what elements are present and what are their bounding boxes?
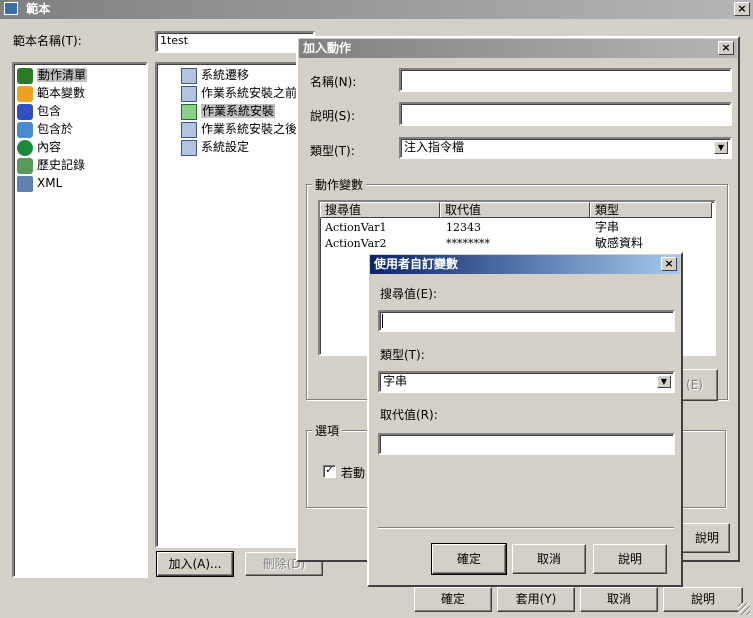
action-type-value: 注入指令檔	[404, 140, 465, 154]
main-close-button[interactable]: ×	[734, 2, 750, 16]
custom-ok-button[interactable]: 確定	[431, 543, 507, 575]
var-type-select[interactable]: 字串 ▼	[378, 371, 675, 393]
category-label: 內容	[37, 140, 62, 154]
category-label: 範本變數	[37, 86, 86, 100]
action-label: 作業系統安裝之前	[201, 86, 298, 100]
cell-search: ActionVar1	[325, 221, 387, 234]
table-row[interactable]: ActionVar2 ******** 敏感資料	[320, 236, 714, 251]
gear-list-icon	[17, 67, 33, 84]
script-icon	[181, 139, 197, 156]
cell-search: ActionVar2	[325, 237, 387, 250]
action-variables-label: 動作變數	[312, 176, 367, 193]
action-list[interactable]: 系統遷移 作業系統安裝之前 作業系統安裝 作業系統安裝之後 系統設定	[155, 62, 305, 548]
replace-value-label: 取代值(R):	[380, 408, 438, 422]
add-action-button[interactable]: 加入(A)...	[156, 551, 234, 577]
var-type-value: 字串	[383, 374, 408, 388]
action-item-system-config[interactable]: 系統設定	[181, 138, 249, 156]
table-row[interactable]: ActionVar1 12343 字串	[320, 220, 714, 235]
cell-type: 敏感資料	[595, 236, 644, 250]
main-titlebar: 範本 ×	[0, 0, 753, 19]
cell-type: 字串	[595, 220, 620, 234]
custom-variable-close-button[interactable]: ×	[661, 257, 677, 271]
category-item-xml[interactable]: XML	[17, 174, 62, 192]
replace-value-input[interactable]	[378, 433, 675, 455]
custom-variable-dialog: 使用者自訂變數 × 搜尋值(E): 類型(T): 字串 ▼ 取代值(R): 確定…	[367, 252, 683, 587]
main-ok-button[interactable]: 確定	[414, 587, 492, 612]
action-label: 系統遷移	[201, 68, 250, 82]
main-apply-button[interactable]: 套用(Y)	[497, 587, 575, 612]
option-checkbox[interactable]: ✓	[323, 465, 336, 478]
category-label: 動作清單	[37, 68, 88, 82]
options-label: 選項	[312, 422, 343, 439]
column-header-search[interactable]: 搜尋值	[320, 202, 440, 218]
add-action-titlebar: 加入動作 ×	[299, 39, 737, 58]
action-item-os-install[interactable]: 作業系統安裝	[181, 102, 276, 120]
chevron-down-icon[interactable]: ▼	[657, 375, 671, 388]
category-label: XML	[37, 176, 63, 190]
category-label: 包含於	[37, 122, 74, 136]
info-icon	[17, 139, 33, 156]
action-type-label: 類型(T):	[310, 144, 355, 158]
include-icon	[17, 103, 33, 120]
script-icon	[181, 85, 197, 102]
add-action-close-button[interactable]: ×	[718, 41, 734, 55]
main-help-button[interactable]: 說明	[663, 587, 743, 612]
action-label: 作業系統安裝之後	[201, 122, 298, 136]
category-item-history[interactable]: 歷史記錄	[17, 156, 85, 174]
main-cancel-button[interactable]: 取消	[580, 587, 658, 612]
action-label: 作業系統安裝	[201, 104, 276, 118]
column-header-type[interactable]: 類型	[590, 202, 712, 218]
dialog-separator	[378, 527, 674, 529]
action-name-label: 名稱(N):	[310, 75, 357, 89]
action-desc-label: 說明(S):	[310, 109, 356, 123]
template-name-field[interactable]: 1test	[155, 31, 315, 53]
custom-cancel-button[interactable]: 取消	[512, 544, 586, 574]
app-icon	[4, 2, 18, 15]
template-name-label: 範本名稱(T):	[13, 34, 82, 48]
category-item-included-in[interactable]: 包含於	[17, 120, 73, 138]
category-item-include[interactable]: 包含	[17, 102, 61, 120]
action-item-post-os-install[interactable]: 作業系統安裝之後	[181, 120, 297, 138]
xml-icon	[17, 175, 33, 192]
category-item-content[interactable]: 內容	[17, 138, 61, 156]
column-header-replace[interactable]: 取代值	[440, 202, 590, 218]
history-icon	[17, 157, 33, 174]
category-label: 歷史記錄	[37, 158, 86, 172]
text-caret	[382, 314, 383, 328]
action-desc-input[interactable]	[399, 102, 732, 126]
resize-grip[interactable]	[738, 603, 750, 615]
action-item-pre-os-install[interactable]: 作業系統安裝之前	[181, 84, 297, 102]
category-item-action-list[interactable]: 動作清單	[17, 66, 88, 84]
search-value-label: 搜尋值(E):	[380, 287, 437, 301]
script-icon	[181, 103, 197, 120]
search-value-input[interactable]	[378, 310, 675, 332]
category-list[interactable]: 動作清單 範本變數 包含 包含於 內容 歷史記錄 XML	[12, 62, 148, 578]
category-label: 包含	[37, 104, 62, 118]
action-type-select[interactable]: 注入指令檔 ▼	[399, 137, 732, 159]
custom-variable-title: 使用者自訂變數	[374, 257, 459, 271]
cell-replace: 12343	[446, 221, 481, 234]
cell-replace: ********	[446, 237, 490, 250]
custom-variable-titlebar: 使用者自訂變數 ×	[370, 255, 680, 274]
action-label: 系統設定	[201, 140, 250, 154]
variable-icon	[17, 85, 33, 102]
script-icon	[181, 67, 197, 84]
category-item-template-variables[interactable]: 範本變數	[17, 84, 85, 102]
action-item-system-migration[interactable]: 系統遷移	[181, 66, 249, 84]
option-checkbox-label: 若動	[341, 466, 366, 480]
action-name-input[interactable]	[399, 68, 732, 92]
included-in-icon	[17, 121, 33, 138]
var-type-label: 類型(T):	[380, 348, 425, 362]
chevron-down-icon[interactable]: ▼	[714, 141, 728, 154]
custom-help-button[interactable]: 說明	[593, 544, 667, 574]
add-action-title: 加入動作	[303, 41, 352, 55]
main-title: 範本	[26, 2, 51, 16]
script-icon	[181, 121, 197, 138]
